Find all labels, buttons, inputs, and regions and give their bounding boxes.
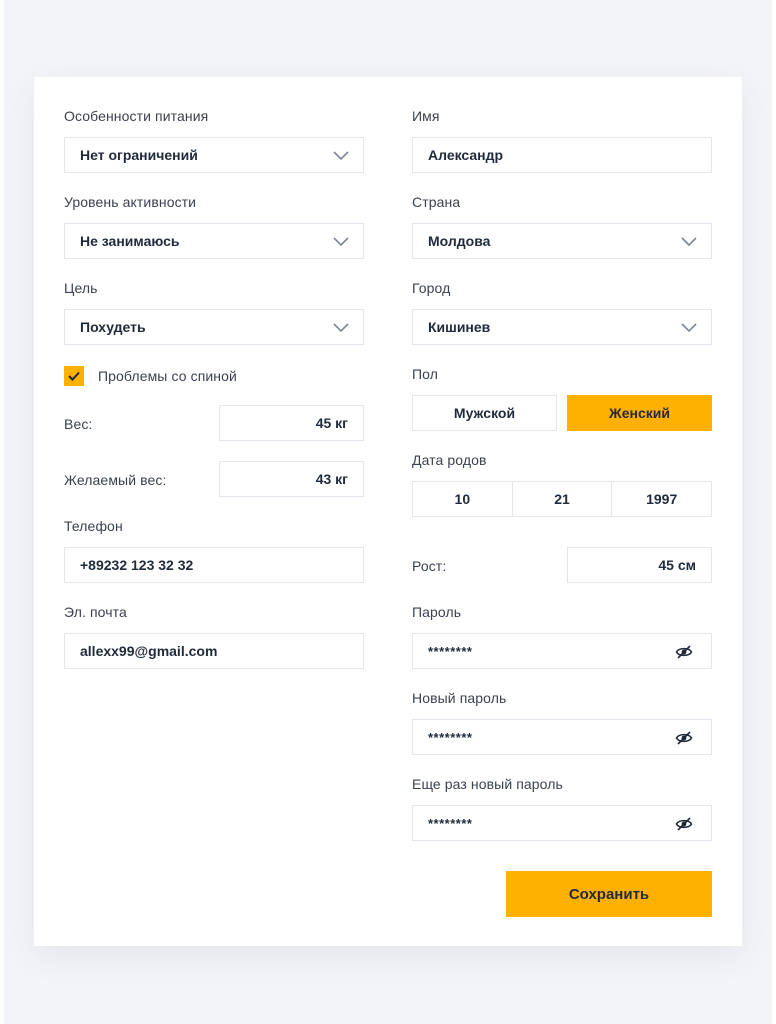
back-problems-checkbox[interactable] bbox=[64, 366, 84, 386]
email-label: Эл. почта bbox=[64, 604, 127, 620]
diet-value: Нет ограничений bbox=[80, 147, 198, 163]
back-problems-label: Проблемы со спиной bbox=[98, 368, 237, 384]
birth-date-field: 10 21 1997 bbox=[412, 481, 712, 517]
eye-slash-icon[interactable] bbox=[675, 643, 693, 661]
activity-label: Уровень активности bbox=[64, 194, 197, 210]
goal-select[interactable]: Похудеть bbox=[64, 309, 364, 345]
password-input[interactable]: ******** bbox=[412, 633, 712, 669]
repeat-password-value: ******** bbox=[428, 815, 473, 831]
activity-value: Не занимаюсь bbox=[80, 233, 180, 249]
chevron-down-icon bbox=[681, 323, 697, 333]
height-value: 45 см bbox=[658, 557, 696, 573]
gender-male-button[interactable]: Мужской bbox=[412, 395, 557, 431]
target-weight-value: 43 кг bbox=[315, 471, 348, 487]
weight-value: 45 кг bbox=[315, 415, 348, 431]
gender-label: Пол bbox=[412, 366, 439, 382]
name-value: Александр bbox=[428, 147, 504, 163]
phone-value: +89232 123 32 32 bbox=[80, 557, 194, 573]
diet-select[interactable]: Нет ограничений bbox=[64, 137, 364, 173]
eye-slash-icon[interactable] bbox=[675, 815, 693, 833]
country-select[interactable]: Молдова bbox=[412, 223, 712, 259]
new-password-input[interactable]: ******** bbox=[412, 719, 712, 755]
phone-label: Телефон bbox=[64, 518, 123, 534]
chevron-down-icon bbox=[681, 237, 697, 247]
weight-input[interactable]: 45 кг bbox=[219, 405, 364, 441]
height-input[interactable]: 45 см bbox=[567, 547, 712, 583]
goal-value: Похудеть bbox=[80, 319, 146, 335]
birth-year-input[interactable]: 1997 bbox=[612, 482, 711, 516]
diet-label: Особенности питания bbox=[64, 108, 209, 124]
birth-date-label: Дата родов bbox=[412, 452, 487, 468]
goal-label: Цель bbox=[64, 280, 98, 296]
email-input[interactable]: allexx99@gmail.com bbox=[64, 633, 364, 669]
email-value: allexx99@gmail.com bbox=[80, 643, 218, 659]
name-input[interactable]: Александр bbox=[412, 137, 712, 173]
eye-slash-icon[interactable] bbox=[675, 729, 693, 747]
checkmark-icon bbox=[68, 371, 80, 381]
password-value: ******** bbox=[428, 643, 473, 659]
activity-select[interactable]: Не занимаюсь bbox=[64, 223, 364, 259]
new-password-value: ******** bbox=[428, 729, 473, 745]
chevron-down-icon bbox=[333, 151, 349, 161]
weight-label: Вес: bbox=[64, 416, 93, 432]
city-value: Кишинев bbox=[428, 319, 491, 335]
repeat-password-label: Еще раз новый пароль bbox=[412, 776, 563, 792]
height-label: Рост: bbox=[412, 558, 447, 574]
new-password-label: Новый пароль bbox=[412, 690, 507, 706]
country-label: Страна bbox=[412, 194, 461, 210]
target-weight-label: Желаемый вес: bbox=[64, 472, 167, 488]
password-label: Пароль bbox=[412, 604, 462, 620]
birth-day-input[interactable]: 10 bbox=[413, 482, 513, 516]
gender-female-button[interactable]: Женский bbox=[567, 395, 712, 431]
country-value: Молдова bbox=[428, 233, 491, 249]
birth-month-input[interactable]: 21 bbox=[513, 482, 613, 516]
city-select[interactable]: Кишинев bbox=[412, 309, 712, 345]
name-label: Имя bbox=[412, 108, 440, 124]
chevron-down-icon bbox=[333, 323, 349, 333]
chevron-down-icon bbox=[333, 237, 349, 247]
city-label: Город bbox=[412, 280, 451, 296]
repeat-password-input[interactable]: ******** bbox=[412, 805, 712, 841]
save-button[interactable]: Сохранить bbox=[506, 871, 712, 917]
target-weight-input[interactable]: 43 кг bbox=[219, 461, 364, 497]
phone-input[interactable]: +89232 123 32 32 bbox=[64, 547, 364, 583]
